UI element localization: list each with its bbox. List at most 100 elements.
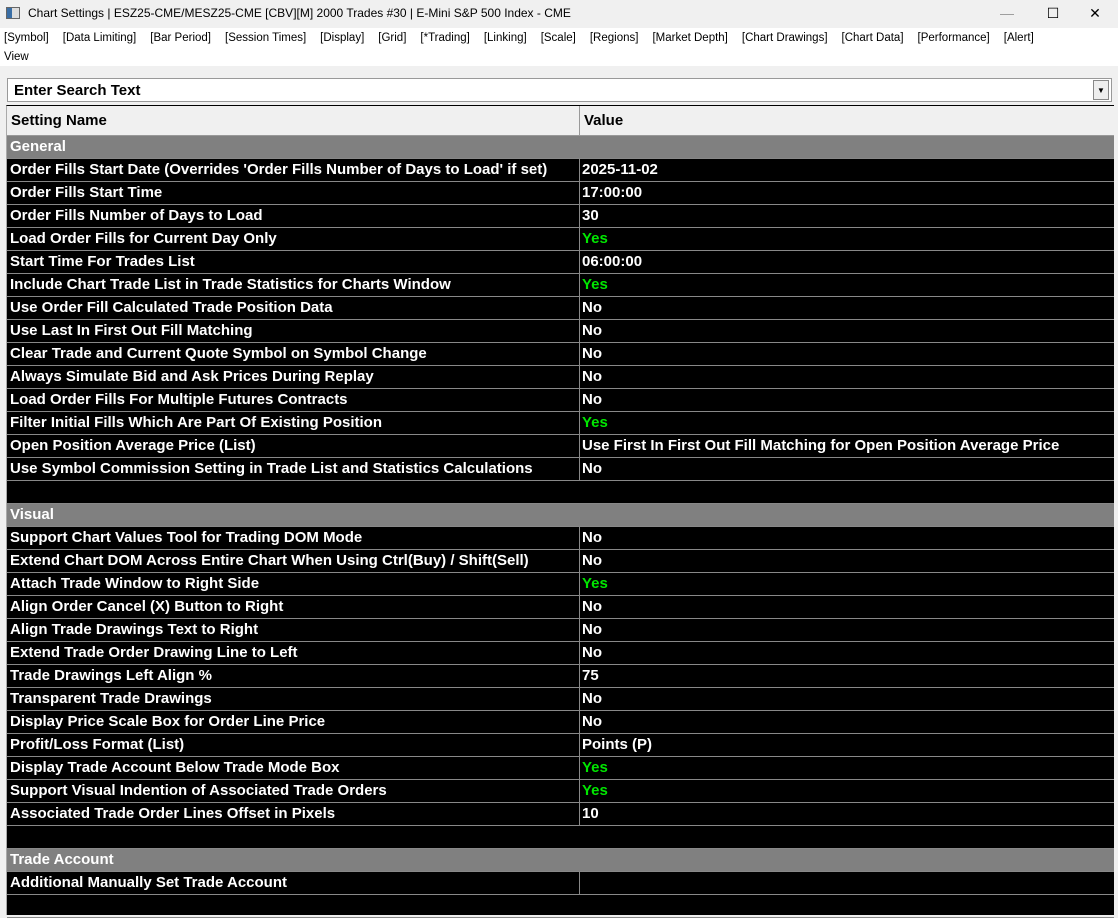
spacer-row [7, 895, 1114, 918]
column-header-setting-name[interactable]: Setting Name [7, 106, 580, 135]
section-title: Trade Account [10, 851, 114, 868]
dropdown-arrow-icon[interactable]: ▼ [1093, 80, 1109, 100]
menu-item[interactable]: [Symbol] [4, 32, 49, 44]
setting-row[interactable]: Attach Trade Window to Right Side Yes [7, 573, 1114, 596]
setting-value[interactable] [580, 872, 582, 894]
minimize-button[interactable]: — [984, 0, 1030, 26]
setting-value[interactable]: No [580, 619, 602, 641]
close-button[interactable]: ✕ [1072, 0, 1118, 26]
setting-value[interactable]: 17:00:00 [580, 182, 642, 204]
setting-value[interactable]: No [580, 297, 602, 319]
section-header[interactable]: Trade Account [7, 849, 1114, 872]
search-input[interactable] [8, 81, 1093, 99]
setting-value[interactable]: 06:00:00 [580, 251, 642, 273]
title-bar: Chart Settings | ESZ25-CME/MESZ25-CME [C… [0, 0, 1118, 26]
setting-row[interactable]: Align Trade Drawings Text to Right No [7, 619, 1114, 642]
app-icon [6, 7, 20, 19]
setting-value[interactable]: No [580, 642, 602, 664]
setting-value[interactable]: 10 [580, 803, 599, 825]
setting-value[interactable]: Yes [580, 780, 608, 802]
setting-name: Use Symbol Commission Setting in Trade L… [7, 458, 580, 480]
section-header[interactable]: General [7, 136, 1114, 159]
setting-row[interactable]: Use Last In First Out Fill Matching No [7, 320, 1114, 343]
setting-value[interactable]: Yes [580, 757, 608, 779]
setting-row[interactable]: Extend Chart DOM Across Entire Chart Whe… [7, 550, 1114, 573]
setting-row[interactable]: Always Simulate Bid and Ask Prices Durin… [7, 366, 1114, 389]
setting-name: Extend Chart DOM Across Entire Chart Whe… [7, 550, 580, 572]
setting-row[interactable]: Display Price Scale Box for Order Line P… [7, 711, 1114, 734]
menu-item[interactable]: [Grid] [378, 32, 406, 44]
setting-row[interactable]: Order Fills Start Date (Overrides 'Order… [7, 159, 1114, 182]
setting-value[interactable]: 2025-11-02 [580, 159, 658, 181]
setting-name: Align Trade Drawings Text to Right [7, 619, 580, 641]
menu-item[interactable]: [Alert] [1004, 32, 1034, 44]
setting-value[interactable]: No [580, 688, 602, 710]
setting-value[interactable]: 30 [580, 205, 599, 227]
setting-row[interactable]: Use Symbol Commission Setting in Trade L… [7, 458, 1114, 481]
setting-row[interactable]: Load Order Fills For Multiple Futures Co… [7, 389, 1114, 412]
setting-row[interactable]: Open Position Average Price (List) Use Fi… [7, 435, 1114, 458]
setting-name: Use Order Fill Calculated Trade Position… [7, 297, 580, 319]
setting-value[interactable]: No [580, 343, 602, 365]
menu-item[interactable]: [Chart Drawings] [742, 32, 828, 44]
setting-value[interactable]: No [580, 550, 602, 572]
setting-name: Open Position Average Price (List) [7, 435, 580, 457]
menu-item[interactable]: [Data Limiting] [63, 32, 137, 44]
search-combobox[interactable]: ▼ [7, 78, 1112, 102]
section-header[interactable]: Visual [7, 504, 1114, 527]
setting-row[interactable]: Support Chart Values Tool for Trading DO… [7, 527, 1114, 550]
setting-value[interactable]: No [580, 596, 602, 618]
setting-name: Display Trade Account Below Trade Mode B… [7, 757, 580, 779]
setting-value[interactable]: 75 [580, 665, 599, 687]
menu-item[interactable]: [Linking] [484, 32, 527, 44]
setting-value[interactable]: No [580, 320, 602, 342]
menu-item[interactable]: [Performance] [918, 32, 990, 44]
setting-name: Order Fills Start Date (Overrides 'Order… [7, 159, 580, 181]
settings-menu: [Symbol] [Data Limiting] [Bar Period] [Sess… [0, 28, 1118, 66]
menu-item[interactable]: [Session Times] [225, 32, 306, 44]
setting-value[interactable]: Use First In First Out Fill Matching for… [580, 435, 1059, 457]
menu-item[interactable]: [Chart Data] [842, 32, 904, 44]
setting-name: Load Order Fills for Current Day Only [7, 228, 580, 250]
menu-item[interactable]: [Display] [320, 32, 364, 44]
setting-row[interactable]: Load Order Fills for Current Day Only Yes [7, 228, 1114, 251]
menu-item[interactable]: [Bar Period] [150, 32, 211, 44]
setting-value[interactable]: No [580, 711, 602, 733]
setting-row[interactable]: Display Trade Account Below Trade Mode B… [7, 757, 1114, 780]
menu-item-view[interactable]: View [4, 51, 29, 63]
setting-value[interactable]: No [580, 389, 602, 411]
setting-row[interactable]: Extend Trade Order Drawing Line to Left N… [7, 642, 1114, 665]
setting-row[interactable]: Additional Manually Set Trade Account [7, 872, 1114, 895]
setting-value[interactable]: Yes [580, 274, 608, 296]
setting-name: Associated Trade Order Lines Offset in P… [7, 803, 580, 825]
setting-row[interactable]: Transparent Trade Drawings No [7, 688, 1114, 711]
spacer-row [7, 826, 1114, 849]
setting-row[interactable]: Filter Initial Fills Which Are Part Of E… [7, 412, 1114, 435]
setting-value[interactable]: No [580, 366, 602, 388]
maximize-button[interactable]: ☐ [1030, 0, 1076, 26]
menu-item[interactable]: [Market Depth] [652, 32, 727, 44]
setting-row[interactable]: Align Order Cancel (X) Button to Right No [7, 596, 1114, 619]
menu-item[interactable]: [Scale] [541, 32, 576, 44]
setting-row[interactable]: Order Fills Start Time 17:00:00 [7, 182, 1114, 205]
setting-value[interactable]: Yes [580, 412, 608, 434]
setting-row[interactable]: Include Chart Trade List in Trade Statis… [7, 274, 1114, 297]
setting-value[interactable]: No [580, 458, 602, 480]
setting-row[interactable]: Use Order Fill Calculated Trade Position… [7, 297, 1114, 320]
setting-row[interactable]: Order Fills Number of Days to Load 30 [7, 205, 1114, 228]
setting-row[interactable]: Support Visual Indention of Associated T… [7, 780, 1114, 803]
menu-item[interactable]: [Regions] [590, 32, 639, 44]
setting-row[interactable]: Profit/Loss Format (List) Points (P) [7, 734, 1114, 757]
setting-value[interactable]: Yes [580, 573, 608, 595]
setting-name: Attach Trade Window to Right Side [7, 573, 580, 595]
column-header-value[interactable]: Value [580, 106, 627, 135]
setting-row[interactable]: Associated Trade Order Lines Offset in P… [7, 803, 1114, 826]
setting-value[interactable]: Yes [580, 228, 608, 250]
setting-value[interactable]: No [580, 527, 602, 549]
setting-row[interactable]: Start Time For Trades List 06:00:00 [7, 251, 1114, 274]
setting-row[interactable]: Clear Trade and Current Quote Symbol on … [7, 343, 1114, 366]
setting-row[interactable]: Trade Drawings Left Align % 75 [7, 665, 1114, 688]
setting-name: Load Order Fills For Multiple Futures Co… [7, 389, 580, 411]
menu-item[interactable]: [*Trading] [420, 32, 469, 44]
setting-value[interactable]: Points (P) [580, 734, 652, 756]
